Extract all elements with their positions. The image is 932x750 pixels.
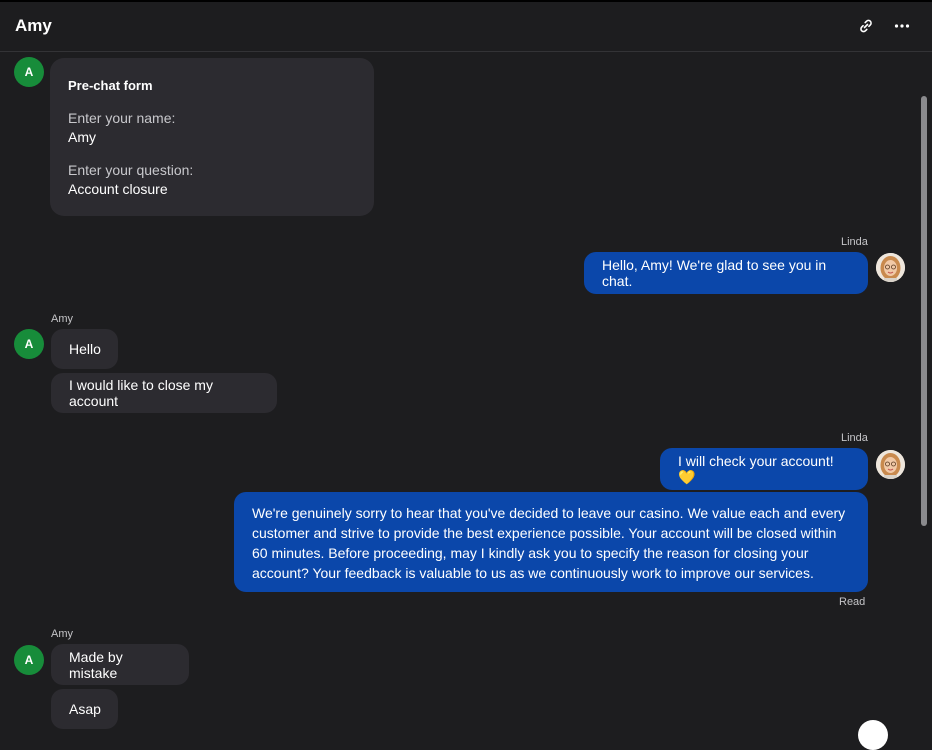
chat-title: Amy	[15, 16, 52, 35]
more-options-icon[interactable]	[892, 16, 912, 36]
agent-message-text: I will check your account! 💛	[678, 452, 834, 485]
agent-sender-name: Linda	[841, 236, 868, 248]
chat-header: Amy	[0, 2, 932, 52]
question-value: Account closure	[68, 181, 168, 197]
agent-message-bubble: Hello, Amy! We're glad to see you in cha…	[584, 252, 868, 294]
visitor-message-bubble: I would like to close my account	[51, 373, 277, 413]
agent-message-text: Hello, Amy! We're glad to see you in cha…	[602, 257, 827, 289]
visitor-message-text: I would like to close my account	[69, 377, 213, 409]
agent-message-bubble: I will check your account! 💛	[660, 448, 868, 490]
agent-avatar	[876, 253, 905, 282]
visitor-message-bubble: Made by mistake	[51, 644, 189, 685]
visitor-avatar: A	[14, 57, 44, 87]
read-status: Read	[839, 596, 866, 608]
name-label: Enter your name:	[68, 110, 176, 126]
agent-avatar	[876, 450, 905, 479]
name-value: Amy	[68, 129, 96, 145]
agent-sender-name: Linda	[841, 432, 868, 444]
visitor-sender-name: Amy	[51, 628, 73, 640]
prechat-form-title: Pre-chat form	[68, 78, 153, 93]
question-label: Enter your question:	[68, 162, 194, 178]
visitor-message-text: Hello	[69, 341, 101, 357]
link-icon[interactable]	[856, 16, 876, 36]
agent-message-bubble: We're genuinely sorry to hear that you'v…	[234, 492, 868, 592]
scrollbar-thumb[interactable]	[921, 96, 927, 526]
visitor-sender-name: Amy	[51, 313, 73, 325]
scroll-down-button[interactable]	[858, 720, 888, 750]
visitor-avatar: A	[14, 645, 44, 675]
visitor-message-text: Made by mistake	[69, 648, 123, 681]
prechat-form-card: Pre-chat form Enter your name: Amy Enter…	[50, 58, 374, 216]
visitor-message-bubble: Hello	[51, 329, 118, 369]
visitor-avatar: A	[14, 329, 44, 359]
agent-message-text: We're genuinely sorry to hear that you'v…	[252, 505, 846, 581]
visitor-message-bubble: Asap	[51, 689, 118, 729]
visitor-message-text: Asap	[69, 701, 101, 717]
